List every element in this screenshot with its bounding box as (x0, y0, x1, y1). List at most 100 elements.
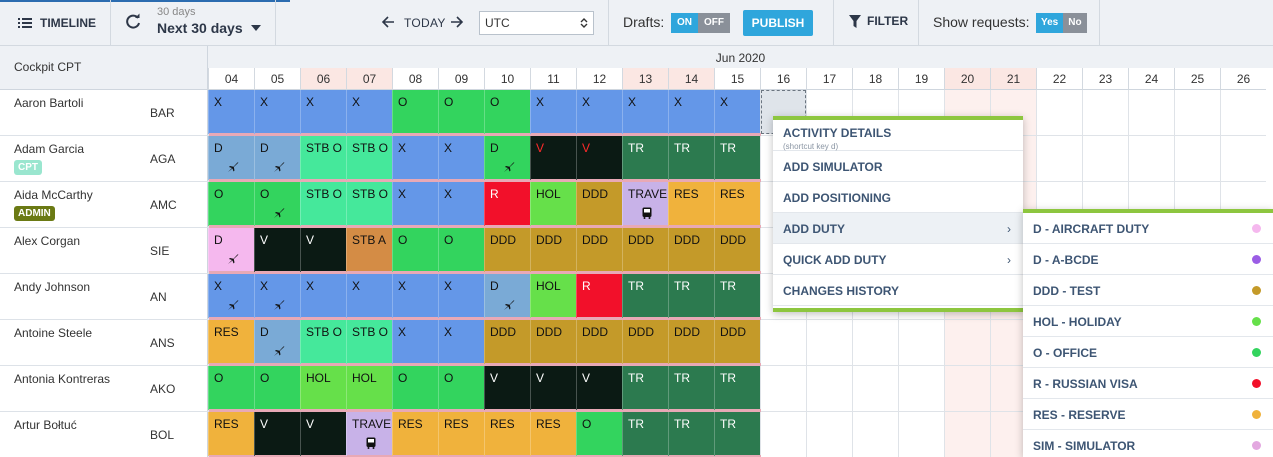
duty-block[interactable]: DDD (622, 320, 669, 366)
duty-block[interactable]: DDD (668, 320, 715, 366)
duty-block[interactable]: RES (438, 412, 485, 457)
duty-block[interactable]: O (392, 366, 439, 412)
duty-block[interactable]: V (254, 228, 301, 274)
roster-cell[interactable] (1036, 136, 1082, 182)
duty-block[interactable]: V (530, 366, 577, 412)
duty-block[interactable]: X (346, 274, 393, 320)
duty-block[interactable]: O (438, 90, 485, 136)
duty-block[interactable]: D (254, 320, 301, 366)
duty-block[interactable]: D (484, 136, 531, 182)
duty-option-sim-simulator[interactable]: SIM - SIMULATOR (1023, 430, 1273, 457)
duty-block[interactable]: V (484, 366, 531, 412)
duty-block[interactable]: STB O (300, 320, 347, 366)
requests-yes[interactable]: Yes (1036, 13, 1064, 33)
duty-block[interactable]: DDD (622, 228, 669, 274)
duty-block[interactable]: DDD (576, 320, 623, 366)
roster-cell[interactable] (806, 320, 852, 366)
duty-block[interactable]: TR (714, 136, 761, 182)
duty-block[interactable]: DDD (530, 320, 577, 366)
duty-option-o-office[interactable]: O - OFFICE (1023, 337, 1273, 368)
duty-block[interactable]: O (438, 366, 485, 412)
roster-cell[interactable] (852, 412, 898, 457)
roster-cell[interactable] (760, 366, 806, 412)
duty-block[interactable]: X (438, 136, 485, 182)
duty-block[interactable]: DDD (714, 320, 761, 366)
roster-cell[interactable] (944, 320, 990, 366)
duty-block[interactable]: X (668, 90, 715, 136)
menu-item-quick-add-duty[interactable]: QUICK ADD DUTY › (773, 244, 1023, 275)
duty-block[interactable]: X (392, 182, 439, 228)
today-button[interactable]: TODAY (404, 16, 446, 30)
duty-block[interactable]: STB O (346, 320, 393, 366)
duty-block[interactable]: X (346, 90, 393, 136)
roster-cell[interactable] (852, 366, 898, 412)
duty-block[interactable]: HOL (346, 366, 393, 412)
roster-cell[interactable] (898, 412, 944, 457)
roster-cell[interactable] (898, 320, 944, 366)
roster-cell[interactable] (806, 366, 852, 412)
menu-item-add-positioning[interactable]: ADD POSITIONING (773, 182, 1023, 213)
duty-block[interactable]: X (208, 274, 255, 320)
roster-cell[interactable] (1220, 90, 1266, 136)
duty-block[interactable]: V (576, 136, 623, 182)
duty-block[interactable]: O (392, 228, 439, 274)
roster-cell[interactable] (898, 366, 944, 412)
duty-block[interactable]: RES (392, 412, 439, 457)
duty-block[interactable]: RES (208, 412, 255, 457)
menu-item-add-simulator[interactable]: ADD SIMULATOR (773, 151, 1023, 182)
duty-block[interactable]: TR (622, 412, 669, 457)
duty-block[interactable]: DDD (714, 228, 761, 274)
duty-block[interactable]: O (576, 412, 623, 457)
duty-block[interactable]: TRAVEL (346, 412, 393, 457)
duty-block[interactable]: O (254, 182, 301, 228)
menu-item-add-duty[interactable]: ADD DUTY › (773, 213, 1023, 244)
duty-block[interactable]: DDD (484, 320, 531, 366)
duty-option-r-russian-visa[interactable]: R - RUSSIAN VISA (1023, 368, 1273, 399)
menu-item-changes-history[interactable]: CHANGES HISTORY (773, 275, 1023, 306)
duty-block[interactable]: V (576, 366, 623, 412)
duty-block[interactable]: R (576, 274, 623, 320)
roster-cell[interactable] (1128, 90, 1174, 136)
duty-block[interactable]: RES (484, 412, 531, 457)
roster-cell[interactable] (852, 320, 898, 366)
range-dropdown[interactable]: Next 30 days (157, 20, 261, 36)
duty-option-hol-holiday[interactable]: HOL - HOLIDAY (1023, 306, 1273, 337)
duty-block[interactable]: TR (714, 366, 761, 412)
duty-block[interactable]: TR (668, 136, 715, 182)
duty-block[interactable]: DDD (484, 228, 531, 274)
duty-block[interactable]: RES (668, 182, 715, 228)
duty-block[interactable]: TR (622, 136, 669, 182)
duty-block[interactable]: RES (208, 320, 255, 366)
timezone-select[interactable]: UTC (479, 11, 594, 35)
duty-block[interactable]: V (254, 412, 301, 457)
duty-block[interactable]: R (484, 182, 531, 228)
duty-block[interactable]: O (208, 366, 255, 412)
duty-block[interactable]: O (208, 182, 255, 228)
duty-block[interactable]: D (208, 136, 255, 182)
roster-cell[interactable] (1036, 90, 1082, 136)
duty-block[interactable]: TR (714, 274, 761, 320)
timeline-view-button[interactable]: TIMELINE (18, 14, 96, 32)
duty-block[interactable]: X (392, 136, 439, 182)
duty-block[interactable]: RES (530, 412, 577, 457)
duty-block[interactable]: HOL (530, 182, 577, 228)
duty-block[interactable]: X (438, 182, 485, 228)
duty-block[interactable]: D (208, 228, 255, 274)
duty-block[interactable]: HOL (530, 274, 577, 320)
duty-block[interactable]: D (254, 136, 301, 182)
duty-block[interactable]: HOL (300, 366, 347, 412)
arrow-right-icon[interactable] (449, 14, 465, 30)
duty-block[interactable]: O (392, 90, 439, 136)
roster-cell[interactable] (760, 412, 806, 457)
roster-cell[interactable] (1174, 90, 1220, 136)
duty-block[interactable]: X (208, 90, 255, 136)
duty-block[interactable]: DDD (576, 182, 623, 228)
duty-block[interactable]: X (714, 90, 761, 136)
duty-block[interactable]: TRAVEL (622, 182, 669, 228)
duty-block[interactable]: TR (668, 366, 715, 412)
roster-cell[interactable] (1082, 90, 1128, 136)
duty-block[interactable]: RES (714, 182, 761, 228)
duty-block[interactable]: DDD (530, 228, 577, 274)
duty-option-d-aircraft-duty[interactable]: D - AIRCRAFT DUTY (1023, 213, 1273, 244)
roster-cell[interactable] (1128, 136, 1174, 182)
